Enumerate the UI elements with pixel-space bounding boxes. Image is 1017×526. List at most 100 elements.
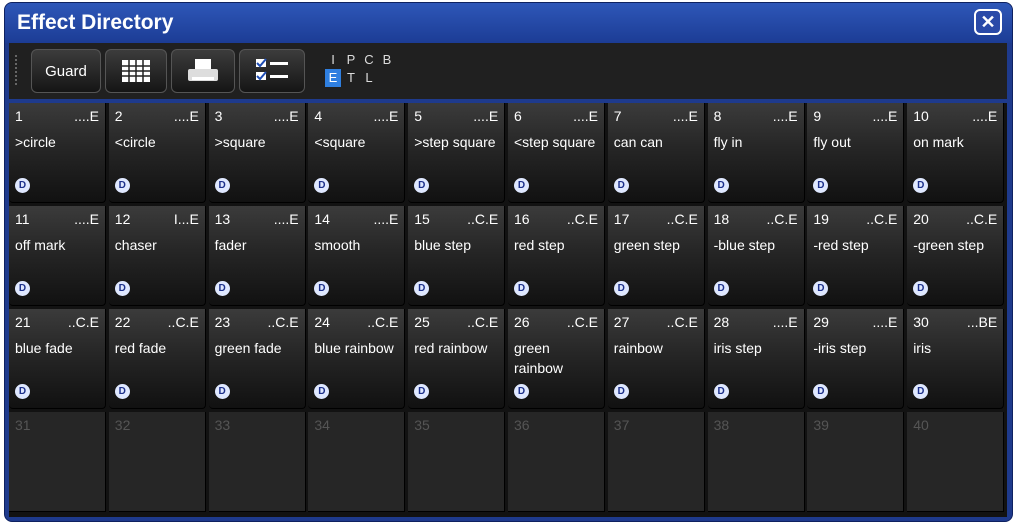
empty-effect-cell[interactable]: 40 (907, 412, 1005, 512)
effect-flags: ..C.E (267, 314, 299, 330)
filter-c[interactable]: C (361, 51, 377, 69)
empty-effect-cell[interactable]: 37 (607, 412, 705, 512)
effect-cell[interactable]: 1 ....E >circle D (9, 103, 106, 203)
effect-cell[interactable]: 25 ..C.E red rainbow D (408, 309, 506, 409)
effect-cell[interactable]: 28 ....E iris step D (707, 309, 805, 409)
filter-i[interactable]: I (325, 51, 341, 69)
grid-view-icon (122, 60, 150, 82)
effect-label: red rainbow (414, 340, 488, 356)
effect-cell[interactable]: 15 ..C.E blue step D (408, 206, 506, 306)
effect-cell[interactable]: 12 I...E chaser D (108, 206, 206, 306)
effect-cell[interactable]: 30 ...BE iris D (907, 309, 1005, 409)
grid-view-button[interactable] (105, 49, 167, 93)
effect-label: fader (214, 237, 247, 253)
effect-cell[interactable]: 9 ....E fly out D (807, 103, 905, 203)
effect-cell[interactable]: 21 ..C.E blue fade D (9, 309, 106, 409)
effect-cell[interactable]: 20 ..C.E -green step D (907, 206, 1005, 306)
effect-flags: ....E (173, 108, 199, 124)
effect-number: 9 (813, 108, 822, 124)
effect-flags: ..C.E (367, 314, 399, 330)
effect-cell[interactable]: 3 ....E >square D (208, 103, 306, 203)
guard-button[interactable]: Guard (31, 49, 101, 93)
effect-label: can can (613, 134, 663, 150)
effect-flags: ..C.E (467, 211, 499, 227)
effect-label: blue step (414, 237, 472, 253)
effect-label: fly out (813, 134, 851, 150)
effect-flags: ....E (74, 108, 99, 124)
effect-label: <circle (114, 134, 156, 150)
empty-effect-cell[interactable]: 38 (707, 412, 805, 512)
effect-label: green step (613, 237, 680, 253)
effect-d-badge: D (713, 384, 729, 399)
empty-effect-cell[interactable]: 36 (508, 412, 605, 512)
effect-number: 35 (414, 417, 430, 433)
effect-cell[interactable]: 8 ....E fly in D (707, 103, 805, 203)
effect-cell[interactable]: 27 ..C.E rainbow D (607, 309, 705, 409)
effect-label: >circle (15, 134, 56, 150)
effect-cell[interactable]: 6 ....E <step square D (508, 103, 605, 203)
empty-effect-cell[interactable]: 39 (807, 412, 905, 512)
filter-b[interactable]: B (379, 51, 395, 69)
effect-cell[interactable]: 2 ....E <circle D (108, 103, 206, 203)
effect-number: 30 (913, 314, 929, 330)
effect-number: 14 (314, 211, 330, 227)
effect-cell[interactable]: 14 ....E smooth D (308, 206, 406, 306)
effect-d-badge: D (514, 384, 529, 399)
effect-cell[interactable]: 17 ..C.E green step D (607, 206, 705, 306)
effect-cell[interactable]: 19 ..C.E -red step D (807, 206, 905, 306)
effect-d-badge: D (114, 178, 130, 193)
effect-flags: ..C.E (666, 211, 698, 227)
effect-d-badge: D (414, 281, 430, 296)
close-icon[interactable]: ✕ (974, 9, 1002, 35)
effect-number: 31 (15, 417, 31, 433)
effect-number: 6 (514, 108, 522, 124)
effect-cell[interactable]: 22 ..C.E red fade D (108, 309, 206, 409)
empty-effect-cell[interactable]: 31 (9, 412, 106, 512)
effect-cell[interactable]: 4 ....E <square D (308, 103, 406, 203)
empty-effect-cell[interactable]: 33 (208, 412, 306, 512)
effect-flags: ..C.E (566, 211, 598, 227)
effect-label: iris step (713, 340, 762, 356)
filter-t[interactable]: T (343, 69, 359, 87)
effect-flags: ..C.E (566, 314, 598, 330)
print-button[interactable] (171, 49, 235, 93)
effect-cell[interactable]: 23 ..C.E green fade D (208, 309, 306, 409)
effect-cell[interactable]: 5 ....E >step square D (408, 103, 506, 203)
effect-number: 21 (15, 314, 31, 330)
effect-number: 40 (913, 417, 929, 433)
empty-effect-cell[interactable]: 35 (408, 412, 506, 512)
filter-p[interactable]: P (343, 51, 359, 69)
effect-cell[interactable]: 10 ....E on mark D (907, 103, 1005, 203)
effect-flags: ..C.E (467, 314, 499, 330)
empty-effect-cell[interactable]: 34 (308, 412, 406, 512)
effect-cell[interactable]: 18 ..C.E -blue step D (707, 206, 805, 306)
effect-cell[interactable]: 24 ..C.E blue rainbow D (308, 309, 406, 409)
effect-cell[interactable]: 16 ..C.E red step D (508, 206, 605, 306)
effect-cell[interactable]: 7 ....E can can D (607, 103, 705, 203)
effect-label: iris (913, 340, 932, 356)
effect-flags: ..C.E (67, 314, 99, 330)
effect-number: 4 (314, 108, 323, 124)
effect-d-badge: D (713, 178, 729, 193)
effect-cell[interactable]: 26 ..C.E green rainbow D (508, 309, 605, 409)
effect-cell[interactable]: 11 ....E off mark D (9, 206, 106, 306)
effect-flags: ....E (772, 314, 798, 330)
effect-number: 18 (713, 211, 730, 227)
effect-label: <square (314, 134, 366, 150)
effect-d-badge: D (613, 178, 629, 193)
empty-effect-cell[interactable]: 32 (108, 412, 206, 512)
effect-label: chaser (114, 237, 157, 253)
toolbar-grip[interactable] (15, 55, 21, 85)
effect-cell[interactable]: 13 ....E fader D (208, 206, 306, 306)
effect-cell[interactable]: 29 ....E -iris step D (807, 309, 905, 409)
filter-e[interactable]: E (325, 69, 341, 87)
effect-number: 15 (414, 211, 430, 227)
filter-l[interactable]: L (361, 69, 377, 87)
effect-label: <step square (514, 134, 596, 150)
effect-directory-window: Effect Directory ✕ Guard I P C B E T L 1… (4, 2, 1013, 522)
effect-flags: ....E (772, 108, 798, 124)
checklist-icon (256, 58, 288, 81)
effect-d-badge: D (314, 178, 330, 193)
checklist-button[interactable] (239, 49, 305, 93)
effect-d-badge: D (114, 384, 130, 399)
